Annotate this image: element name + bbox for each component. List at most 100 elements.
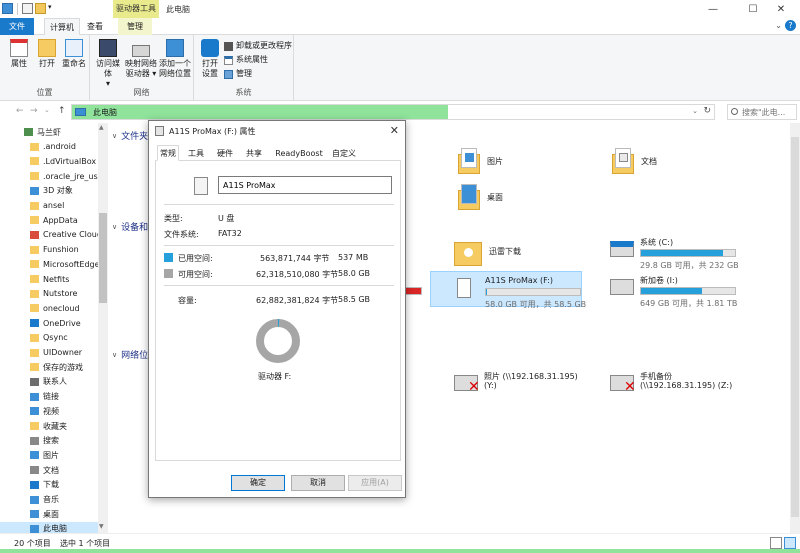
dialog-title-bar[interactable]: A11S ProMax (F:) 属性 ✕	[149, 121, 405, 141]
cancel-button[interactable]: 取消	[291, 475, 345, 491]
uninstall-label: 卸载或更改程序	[236, 41, 292, 50]
section-devices-header[interactable]: ∨ 设备和	[112, 220, 148, 234]
drive-f-selected[interactable]: A11S ProMax (F:) 58.0 GB 可用，共 58.5 GB	[430, 271, 586, 309]
access-media-button[interactable]: 访问媒体 ▾	[93, 39, 123, 89]
nav-scroll-down-icon[interactable]: ▼	[99, 523, 104, 530]
drive-i[interactable]: 新加卷 (I:) 649 GB 可用，共 1.81 TB	[610, 271, 760, 308]
nav-item[interactable]: 图片	[0, 448, 98, 462]
nav-item-label: Funshion	[43, 245, 79, 255]
dialog-tab-general[interactable]: 常规	[157, 145, 179, 161]
nav-item[interactable]: Nutstore	[0, 287, 98, 301]
open-settings-button[interactable]: 打开 设置	[197, 39, 223, 79]
new-folder-quick-icon[interactable]	[35, 3, 46, 14]
help-icon[interactable]: ?	[785, 20, 796, 31]
volume-name-input[interactable]	[218, 176, 392, 194]
dialog-tab-customize[interactable]: 自定义	[331, 147, 357, 161]
network-drive-y[interactable]: ✕ 照片 (\\192.168.31.195) (Y:)	[454, 367, 604, 403]
nav-item[interactable]: .oracle_jre_usag	[0, 169, 98, 183]
folder-documents[interactable]: 文档	[612, 143, 657, 179]
nav-item-label: 图片	[43, 450, 59, 460]
nav-item[interactable]: onecloud	[0, 301, 98, 315]
nav-item[interactable]: 文档	[0, 463, 98, 477]
nav-item[interactable]: UIDowner	[0, 346, 98, 360]
dialog-tab-tools[interactable]: 工具	[185, 147, 207, 161]
ok-button[interactable]: 确定	[231, 475, 285, 491]
tab-file[interactable]: 文件	[0, 18, 34, 35]
map-network-drive-button[interactable]: 映射网络 驱动器 ▾	[125, 39, 157, 79]
nav-item-label: 搜索	[43, 436, 59, 446]
quick-access-toolbar: ▾	[2, 3, 55, 15]
pictures-folder-icon	[458, 148, 480, 174]
open-button[interactable]: 打开	[34, 39, 60, 69]
tab-computer[interactable]: 计算机	[44, 18, 80, 36]
nav-item[interactable]: 链接	[0, 390, 98, 404]
nav-item[interactable]: OneDrive	[0, 316, 98, 330]
content-scrollbar[interactable]	[790, 123, 800, 533]
properties-button[interactable]: 属性	[6, 39, 32, 69]
network-drive-z[interactable]: ✕ 手机备份 (\\192.168.31.195) (Z:)	[610, 367, 770, 403]
nav-scroll-up-icon[interactable]: ▲	[99, 124, 104, 131]
nav-item[interactable]: 搜索	[0, 434, 98, 448]
content-scroll-thumb[interactable]	[791, 137, 799, 517]
search-box[interactable]	[727, 104, 797, 120]
close-window-button[interactable]: ✕	[764, 0, 798, 18]
minimize-button[interactable]: —	[696, 0, 730, 18]
nav-item[interactable]: Netfits	[0, 272, 98, 286]
up-button[interactable]: ↑	[58, 106, 66, 116]
nav-item[interactable]: 马兰虾	[0, 125, 98, 139]
apply-button[interactable]: 应用(A)	[348, 475, 402, 491]
uninstall-program-button[interactable]: 卸载或更改程序	[224, 40, 292, 52]
nav-item[interactable]: 音乐	[0, 493, 98, 507]
nav-item[interactable]: 3D 对象	[0, 184, 98, 198]
dialog-tab-hardware[interactable]: 硬件	[214, 147, 236, 161]
tab-manage[interactable]: 管理	[118, 18, 152, 35]
nav-item[interactable]: 下载	[0, 478, 98, 492]
system-properties-button[interactable]: 系统属性	[224, 54, 268, 66]
folder-desktop[interactable]: 桌面	[458, 179, 503, 215]
properties-quick-icon[interactable]	[22, 3, 33, 14]
customize-qat-icon[interactable]: ▾	[48, 3, 55, 14]
nav-item[interactable]: 联系人	[0, 375, 98, 389]
folder-pictures[interactable]: 图片	[458, 143, 503, 179]
capacity-size: 58.5 GB	[338, 295, 371, 304]
details-view-icon[interactable]	[770, 537, 782, 549]
drive-c[interactable]: 系统 (C:) 29.8 GB 可用，共 232 GB	[610, 233, 760, 270]
tiles-view-icon[interactable]	[784, 537, 796, 549]
nav-item[interactable]: Funshion	[0, 243, 98, 257]
add-network-location-button[interactable]: 添加一个 网络位置	[159, 39, 191, 79]
type-label: 类型:	[164, 214, 183, 223]
tab-view[interactable]: 查看	[82, 18, 108, 35]
dialog-tab-sharing[interactable]: 共享	[243, 147, 265, 161]
nav-item[interactable]: Qsync	[0, 331, 98, 345]
xunlei-folder-icon	[454, 236, 482, 266]
dialog-tab-readyboost[interactable]: ReadyBoost	[271, 147, 327, 161]
nav-item[interactable]: MicrosoftEdgeI	[0, 257, 98, 271]
back-button[interactable]: ←	[16, 106, 24, 116]
forward-button[interactable]: →	[30, 106, 38, 116]
nav-item-icon	[30, 422, 39, 430]
address-dropdown-icon[interactable]: ⌄	[692, 107, 698, 115]
section-folders-header[interactable]: ∨ 文件夹	[112, 129, 148, 143]
refresh-icon[interactable]: ↻	[703, 106, 711, 116]
search-input[interactable]	[742, 106, 796, 118]
nav-item-icon	[30, 216, 39, 225]
dialog-close-button[interactable]: ✕	[390, 124, 399, 137]
rename-button[interactable]: 重命名	[60, 39, 88, 69]
nav-item[interactable]: ansel	[0, 199, 98, 213]
nav-item[interactable]: Creative Cloud	[0, 228, 98, 242]
nav-scroll-thumb[interactable]	[99, 213, 107, 303]
ribbon-collapse-icon[interactable]: ⌄	[775, 21, 782, 30]
nav-scrollbar[interactable]: ▲ ▼	[98, 123, 108, 533]
section-network-header[interactable]: ∨ 网络位	[112, 348, 148, 362]
recent-locations-button[interactable]: ⌄	[44, 106, 50, 114]
nav-item[interactable]: 收藏夹	[0, 419, 98, 433]
nav-item[interactable]: .android	[0, 140, 98, 154]
folder-xunlei-download[interactable]: 迅雷下载	[454, 233, 521, 269]
address-bar[interactable]: 此电脑 ⌄ ↻	[71, 104, 715, 120]
nav-item[interactable]: AppData	[0, 213, 98, 227]
nav-item[interactable]: 桌面	[0, 507, 98, 521]
nav-item[interactable]: .LdVirtualBox	[0, 154, 98, 168]
manage-button[interactable]: 管理	[224, 68, 252, 80]
nav-item[interactable]: 保存的游戏	[0, 360, 98, 374]
nav-item[interactable]: 视频	[0, 404, 98, 418]
